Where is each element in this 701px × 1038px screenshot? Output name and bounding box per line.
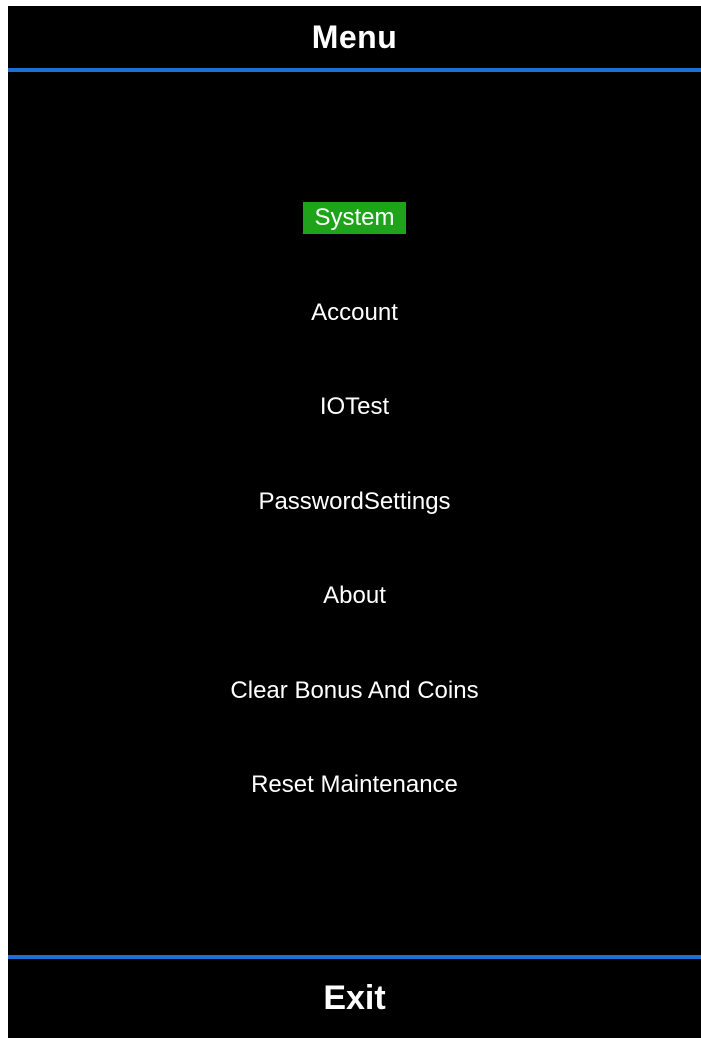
menu-item-label[interactable]: PasswordSettings xyxy=(248,486,460,518)
menu-item-label[interactable]: System xyxy=(303,202,406,234)
menu-list: System Account IOTest PasswordSettings A… xyxy=(8,202,701,864)
menu-item-label[interactable]: Clear Bonus And Coins xyxy=(220,675,488,707)
menu-item-label[interactable]: Reset Maintenance xyxy=(241,769,468,801)
page-title: Menu xyxy=(311,18,398,55)
menu-item-label[interactable]: Account xyxy=(301,297,408,329)
menu-item-clear-bonus-and-coins[interactable]: Clear Bonus And Coins xyxy=(8,675,701,770)
exit-button[interactable]: Exit xyxy=(323,979,385,1018)
menu-item-label[interactable]: IOTest xyxy=(310,391,399,423)
header-bar: Menu xyxy=(8,6,701,68)
menu-screen: Menu System Account IOTest PasswordSetti… xyxy=(8,6,701,1038)
menu-item-account[interactable]: Account xyxy=(8,297,701,392)
footer-bar: Exit xyxy=(8,959,701,1038)
menu-item-reset-maintenance[interactable]: Reset Maintenance xyxy=(8,769,701,864)
menu-item-iotest[interactable]: IOTest xyxy=(8,391,701,486)
menu-item-about[interactable]: About xyxy=(8,580,701,675)
header-divider xyxy=(8,68,701,72)
menu-item-password-settings[interactable]: PasswordSettings xyxy=(8,486,701,581)
menu-item-system[interactable]: System xyxy=(8,202,701,297)
menu-item-label[interactable]: About xyxy=(313,580,396,612)
